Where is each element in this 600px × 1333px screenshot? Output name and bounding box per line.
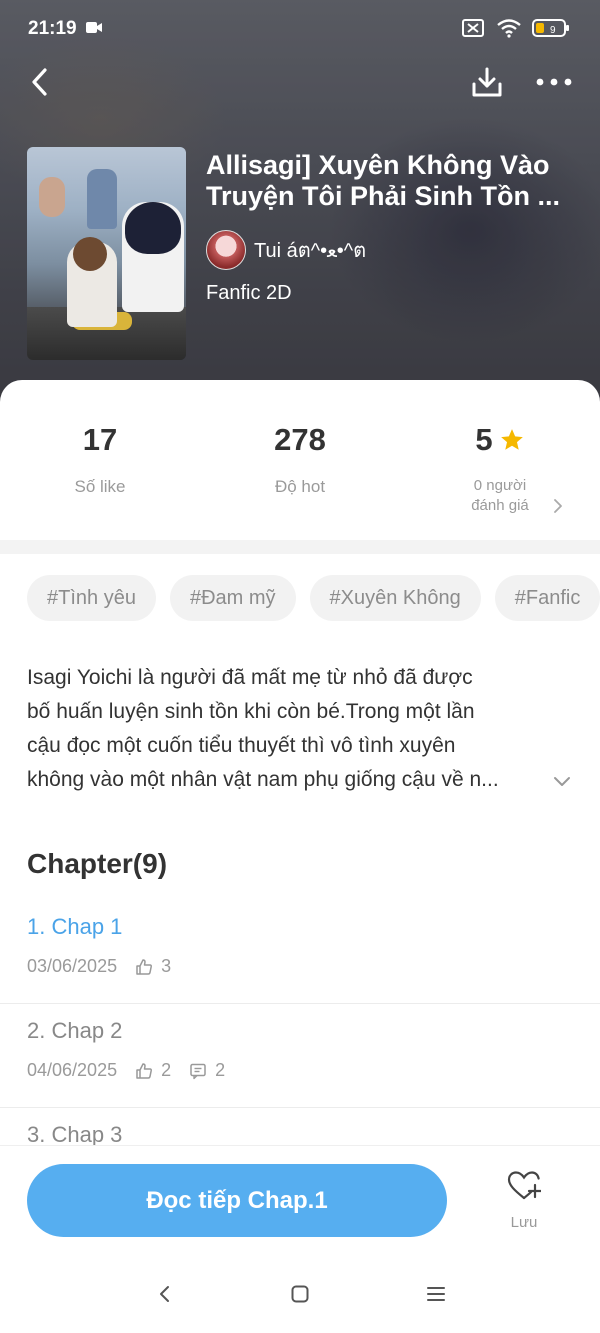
battery-icon: 9 (532, 19, 569, 37)
hot-count: 278 (274, 422, 326, 457)
stat-likes: 17 Số like (0, 420, 200, 497)
comment-icon (190, 1063, 206, 1079)
description-line: Isagi Yoichi là người đã mất mẹ từ nhỏ đ… (27, 666, 473, 689)
likes-count: 17 (82, 422, 118, 457)
more-options-button[interactable] (532, 64, 576, 100)
likes-label: Số like (74, 477, 126, 496)
nav-home-button[interactable] (280, 1279, 320, 1309)
nav-menu-button[interactable] (416, 1279, 456, 1309)
thumbs-up-icon (136, 1062, 153, 1079)
chapter-date: 03/06/2025 (27, 956, 118, 976)
status-time: 21:19 (28, 18, 77, 39)
stat-hot: 278 Độ hot (200, 420, 400, 497)
rating-count-label: 0 người (473, 477, 527, 494)
chapter-title: 1. Chap 1 (27, 914, 123, 939)
save-button[interactable]: Lưu (494, 1170, 554, 1240)
nav-home-icon (291, 1285, 309, 1303)
hot-label: Độ hot (274, 477, 326, 496)
chapter-title: 2. Chap 2 (27, 1018, 123, 1043)
chapter-comments: 2 (215, 1060, 226, 1080)
chapter-likes: 3 (161, 956, 172, 976)
chapter-heading: Chapter(9) (27, 848, 168, 879)
download-icon (472, 67, 502, 97)
description-line: bố huấn luyện sinh tồn khi còn bé.Trong … (27, 700, 475, 723)
description-line: cậu đọc một cuốn tiểu thuyết thì vô tình… (27, 734, 456, 757)
nav-back-button[interactable] (144, 1279, 184, 1309)
tag-chip[interactable]: #Xuyên Không (309, 575, 481, 621)
chevron-right-icon[interactable] (551, 496, 565, 516)
bottom-action-bar: Đọc tiếp Chap.1 Lưu (0, 1145, 600, 1254)
tag-chip[interactable]: #Fanfic (494, 575, 600, 621)
tag-list: #Tình yêu #Đam mỹ #Xuyên Không #Fanfic (27, 575, 600, 621)
rating-value: 5 (475, 422, 493, 457)
back-icon (32, 68, 47, 96)
star-icon (500, 429, 523, 450)
rating-count-label-2: đánh giá (471, 497, 529, 514)
nav-menu-icon (427, 1287, 445, 1301)
story-description[interactable]: Isagi Yoichi là người đã mất mẹ từ nhỏ đ… (27, 661, 547, 797)
more-icon (536, 78, 572, 86)
download-button[interactable] (468, 64, 506, 100)
chapter-row[interactable]: 2. Chap 2 04/06/2025 2 2 (0, 1004, 600, 1108)
stats-row: 17 Số like 278 Độ hot 5 0 người đánh giá (0, 420, 600, 530)
tag-chip[interactable]: #Tình yêu (27, 575, 156, 621)
back-button[interactable] (22, 64, 56, 100)
author-avatar (206, 230, 246, 270)
section-divider (0, 540, 600, 554)
story-cover-image (27, 147, 186, 360)
save-label: Lưu (510, 1214, 538, 1231)
description-line: không vào một nhân vật nam phụ giống cậu… (27, 768, 499, 791)
heart-add-icon (507, 1171, 541, 1200)
thumbs-up-icon (136, 958, 153, 975)
chapter-likes: 2 (161, 1060, 172, 1080)
author-link[interactable]: Tui áต^•ﻌ•^ต (206, 230, 366, 270)
story-genre: Fanfic 2D (206, 282, 292, 304)
continue-reading-button[interactable]: Đọc tiếp Chap.1 (27, 1164, 447, 1237)
camera-icon (86, 22, 102, 33)
chapter-date: 04/06/2025 (27, 1060, 118, 1080)
nav-back-icon (160, 1286, 169, 1302)
story-title: Allisagi] Xuyên Không Vào Truyện Tôi Phả… (206, 150, 561, 211)
author-name: Tui áต^•ﻌ•^ต (254, 240, 367, 262)
system-navigation-bar (0, 1253, 600, 1333)
svg-text:9: 9 (550, 25, 556, 36)
stat-rating[interactable]: 5 0 người đánh giá (400, 420, 600, 516)
wifi-icon (497, 19, 521, 38)
sim-off-icon (462, 19, 484, 37)
chapter-row[interactable]: 1. Chap 1 03/06/2025 3 (0, 900, 600, 1004)
tag-chip[interactable]: #Đam mỹ (169, 575, 296, 621)
chevron-down-icon[interactable] (552, 775, 572, 789)
status-bar: 21:19 9 (0, 0, 600, 56)
